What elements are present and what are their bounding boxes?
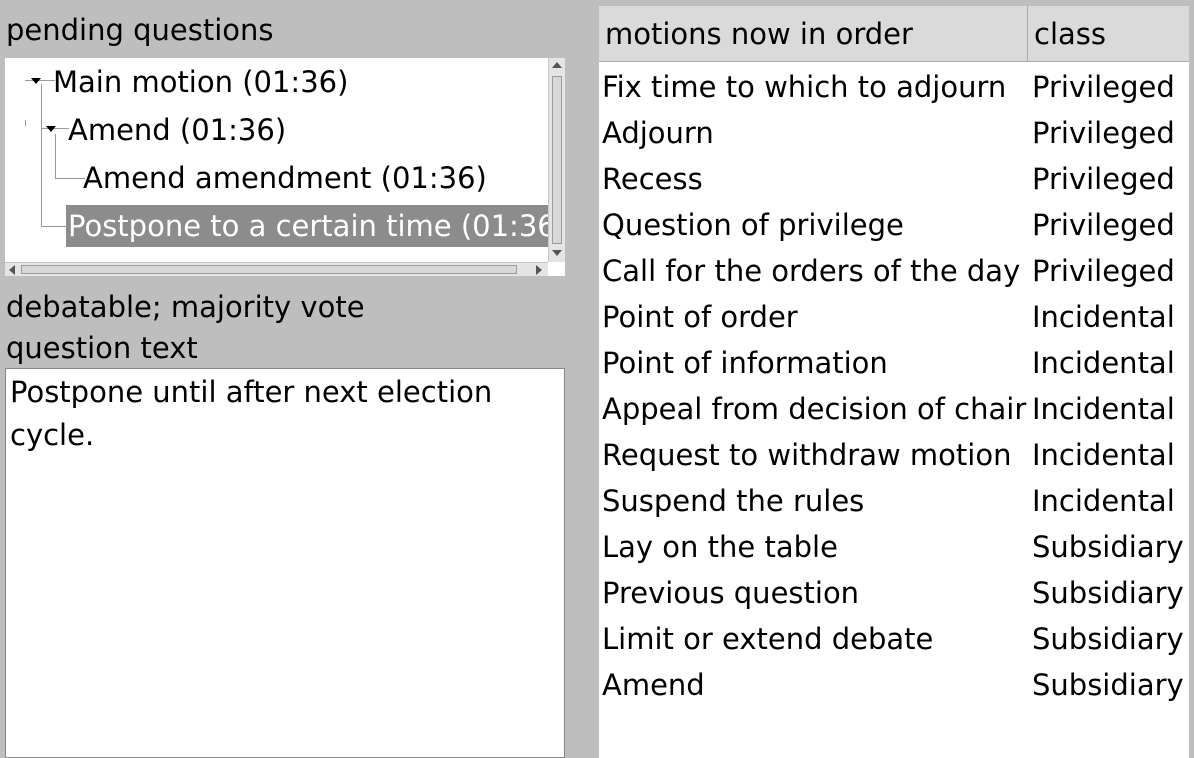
motion-cell: Fix time to which to adjourn <box>602 70 1007 104</box>
class-cell: Privileged <box>1032 162 1175 196</box>
motion-cell: Limit or extend debate <box>602 622 934 656</box>
class-cell: Subsidiary <box>1032 622 1184 656</box>
expand-toggle-icon[interactable] <box>31 78 41 84</box>
expand-toggle-icon[interactable] <box>46 126 56 132</box>
motions-table: motions now in order class Fix time to w… <box>599 6 1189 758</box>
pending-questions-tree[interactable]: Main motion (01:36) Amend (01:36) Amend … <box>5 58 565 276</box>
table-row[interactable]: Lay on the table Subsidiary <box>599 524 1189 570</box>
table-row[interactable]: Point of order Incidental <box>599 294 1189 340</box>
table-row[interactable]: Point of information Incidental <box>599 340 1189 386</box>
class-cell: Incidental <box>1032 438 1175 472</box>
column-header-motions[interactable]: motions now in order <box>599 6 913 62</box>
tree-line <box>55 134 56 178</box>
tree-rows: Main motion (01:36) Amend (01:36) Amend … <box>5 58 548 262</box>
tree-vertical-scrollbar[interactable] <box>548 58 565 262</box>
class-cell: Privileged <box>1032 70 1175 104</box>
motion-cell: Recess <box>602 162 703 196</box>
pending-questions-label: pending questions <box>6 13 274 47</box>
class-cell: Privileged <box>1032 116 1175 150</box>
question-text-label: question text <box>6 331 198 365</box>
vertical-scroll-thumb[interactable] <box>552 76 562 244</box>
question-text-area[interactable]: Postpone until after next election cycle… <box>5 368 565 758</box>
tree-horizontal-scrollbar[interactable] <box>5 262 548 276</box>
class-cell: Subsidiary <box>1032 668 1184 702</box>
tree-line <box>41 84 42 226</box>
motion-cell: Lay on the table <box>602 530 838 564</box>
motion-cell: Adjourn <box>602 116 714 150</box>
tree-item-postpone-selected[interactable]: Postpone to a certain time (01:36 <box>66 205 548 247</box>
table-row[interactable]: Appeal from decision of chair Incidental <box>599 386 1189 432</box>
table-row[interactable]: Question of privilege Privileged <box>599 202 1189 248</box>
tree-item-main-motion[interactable]: Main motion (01:36) <box>51 61 350 103</box>
table-row[interactable]: Previous question Subsidiary <box>599 570 1189 616</box>
class-cell: Subsidiary <box>1032 576 1184 610</box>
motion-cell: Call for the orders of the day <box>602 254 1021 288</box>
class-cell: Privileged <box>1032 208 1175 242</box>
table-row[interactable]: Recess Privileged <box>599 156 1189 202</box>
class-cell: Incidental <box>1032 300 1175 334</box>
horizontal-scroll-thumb[interactable] <box>21 265 517 274</box>
scroll-up-icon[interactable] <box>552 62 562 68</box>
table-header: motions now in order class <box>599 6 1189 62</box>
motion-cell: Point of order <box>602 300 798 334</box>
table-row[interactable]: Request to withdraw motion Incidental <box>599 432 1189 478</box>
table-row[interactable]: Fix time to which to adjourn Privileged <box>599 64 1189 110</box>
table-row[interactable]: Limit or extend debate Subsidiary <box>599 616 1189 662</box>
table-row[interactable]: Suspend the rules Incidental <box>599 478 1189 524</box>
class-cell: Privileged <box>1032 254 1175 288</box>
motion-cell: Appeal from decision of chair <box>602 392 1027 426</box>
tree-item-amend-amendment[interactable]: Amend amendment (01:36) <box>81 157 489 199</box>
table-row[interactable]: Amend Subsidiary <box>599 662 1189 708</box>
motion-cell: Question of privilege <box>602 208 904 242</box>
scroll-left-icon[interactable] <box>9 265 15 275</box>
column-header-class[interactable]: class <box>1028 6 1106 62</box>
motion-cell: Suspend the rules <box>602 484 865 518</box>
motion-cell: Request to withdraw motion <box>602 438 1012 472</box>
class-cell: Incidental <box>1032 346 1175 380</box>
motion-cell: Previous question <box>602 576 860 610</box>
tree-line <box>25 120 26 126</box>
table-row[interactable]: Adjourn Privileged <box>599 110 1189 156</box>
tree-item-amend[interactable]: Amend (01:36) <box>66 109 288 151</box>
class-cell: Incidental <box>1032 392 1175 426</box>
motion-cell: Point of information <box>602 346 888 380</box>
scroll-down-icon[interactable] <box>552 250 562 256</box>
scroll-right-icon[interactable] <box>536 265 542 275</box>
table-row[interactable]: Call for the orders of the day Privileged <box>599 248 1189 294</box>
motion-info: debatable; majority vote <box>6 290 365 324</box>
motion-cell: Amend <box>602 668 705 702</box>
class-cell: Subsidiary <box>1032 530 1184 564</box>
class-cell: Incidental <box>1032 484 1175 518</box>
